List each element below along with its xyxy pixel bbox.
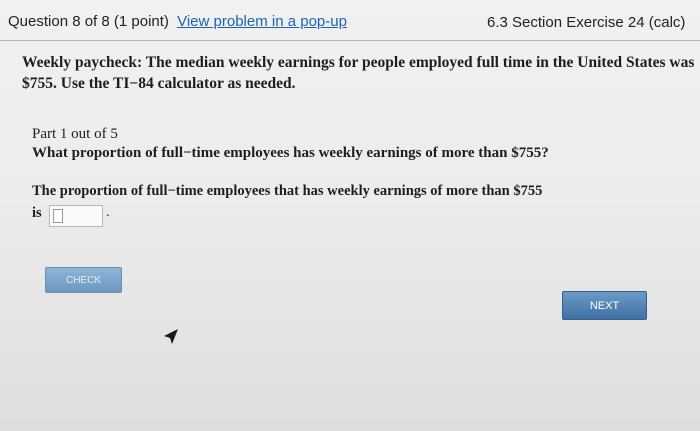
question-count-label: Question 8 of 8 (1 point)	[8, 13, 169, 30]
answer-input[interactable]	[49, 205, 103, 227]
section-label: 6.3 Section Exercise 24 (calc)	[487, 14, 686, 31]
problem-title: Weekly paycheck:	[22, 54, 143, 71]
header: Question 8 of 8 (1 point) View problem i…	[0, 0, 700, 40]
answer-input-cursor-box[interactable]	[53, 209, 63, 223]
check-button[interactable]: CHECK	[45, 267, 122, 293]
answer-is-label: is	[32, 205, 42, 221]
answer-prompt: The proportion of full−time employees th…	[32, 183, 543, 199]
mouse-pointer-icon	[164, 329, 178, 344]
next-button[interactable]: NEXT	[562, 291, 647, 320]
header-divider	[0, 40, 700, 41]
problem-text: Weekly paycheck: The median weekly earni…	[22, 52, 697, 94]
question-text: What proportion of full−time employees h…	[32, 145, 549, 161]
question-count: Question 8 of 8 (1 point) View problem i…	[8, 13, 347, 30]
popup-link[interactable]: View problem in a pop-up	[177, 13, 347, 30]
answer-period: .	[106, 205, 110, 220]
part-label: Part 1 out of 5	[32, 126, 118, 142]
